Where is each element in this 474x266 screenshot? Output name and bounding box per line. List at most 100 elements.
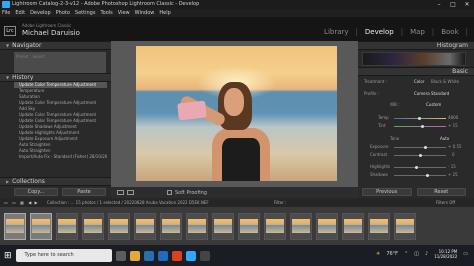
- filmstrip-thumbnail[interactable]: [108, 212, 130, 240]
- menu-help[interactable]: Help: [159, 9, 170, 17]
- menu-edit[interactable]: Edit: [15, 9, 25, 17]
- filmstrip-source[interactable]: Collection : ... 15 photos / 1 selected …: [47, 200, 209, 205]
- lightroom-taskbar-icon[interactable]: [185, 250, 196, 261]
- treatment-bw[interactable]: Black & White: [431, 79, 459, 84]
- maximize-button[interactable]: □: [446, 0, 460, 9]
- clock[interactable]: 10:12 PM 11/28/2022: [434, 249, 457, 259]
- office-icon[interactable]: [171, 250, 182, 261]
- treatment-color[interactable]: Color: [414, 79, 424, 84]
- before-after-icon[interactable]: [127, 190, 134, 195]
- app-taskbar-icon[interactable]: [199, 250, 210, 261]
- filmstrip-thumbnail[interactable]: [56, 212, 78, 240]
- history-item[interactable]: Import/Auto Fix - Standard (Fisher) 28/1…: [14, 154, 107, 160]
- contrast-value[interactable]: 0: [452, 152, 455, 157]
- menu-view[interactable]: View: [118, 9, 130, 17]
- weather-icon[interactable]: ☀: [376, 251, 380, 257]
- exposure-slider[interactable]: [394, 147, 446, 148]
- temp-value[interactable]: 4800: [448, 115, 458, 120]
- auto-tone-button[interactable]: Auto: [440, 136, 449, 141]
- filters-off-select[interactable]: Filters Off: [436, 198, 455, 207]
- histogram-graph[interactable]: [362, 52, 466, 66]
- module-map[interactable]: Map: [410, 28, 425, 36]
- menu-develop[interactable]: Develop: [30, 9, 51, 17]
- menu-tools[interactable]: Tools: [100, 9, 112, 17]
- tint-value[interactable]: + 15: [448, 123, 458, 128]
- taskbar-search[interactable]: Type here to search: [15, 249, 112, 262]
- soft-proofing-checkbox[interactable]: [167, 190, 172, 195]
- clock-date: 11/28/2022: [434, 254, 458, 259]
- back-arrow-icon[interactable]: ◀: [28, 200, 31, 205]
- shadows-value[interactable]: + 25: [448, 172, 458, 177]
- paste-button[interactable]: Paste: [62, 188, 106, 196]
- filmstrip-thumbnail[interactable]: [316, 212, 338, 240]
- highlights-knob[interactable]: [415, 166, 418, 169]
- filmstrip-thumbnail[interactable]: [264, 212, 286, 240]
- filmstrip-thumbnail[interactable]: [212, 212, 234, 240]
- notifications-icon[interactable]: ▭: [463, 251, 468, 257]
- menu-settings[interactable]: Settings: [75, 9, 96, 17]
- loupe-view-icon[interactable]: [117, 190, 124, 195]
- shadows-slider[interactable]: [394, 175, 446, 176]
- profile-label: Profile :: [364, 91, 380, 96]
- windows-start-icon[interactable]: ⊞: [4, 251, 12, 261]
- shadows-label: Shadows: [370, 172, 388, 177]
- history-list: Update Color Temperature Adjustment Temp…: [14, 82, 107, 160]
- thumbnail-image: [136, 219, 154, 233]
- network-icon[interactable]: ◫: [414, 251, 419, 257]
- menu-window[interactable]: Window: [135, 9, 155, 17]
- collections-header[interactable]: ▶ Collections: [0, 177, 111, 186]
- edge-icon[interactable]: [143, 250, 154, 261]
- main-photo[interactable]: [136, 46, 337, 181]
- shadows-knob[interactable]: [426, 174, 429, 177]
- monitor-2-icon[interactable]: ▭: [12, 200, 16, 205]
- basic-header[interactable]: Basic: [358, 67, 474, 76]
- exposure-knob[interactable]: [424, 146, 427, 149]
- file-explorer-icon[interactable]: [129, 250, 140, 261]
- user-name: Michael Daruisio: [22, 29, 80, 37]
- copy-button[interactable]: Copy...: [14, 188, 58, 196]
- navigator-preview[interactable]: Preset : Select: [14, 52, 106, 73]
- highlights-value[interactable]: - 15: [448, 164, 456, 169]
- filmstrip-thumbnail[interactable]: [290, 212, 312, 240]
- profile-select[interactable]: Camera Standard: [414, 91, 449, 96]
- forward-arrow-icon[interactable]: ▶: [35, 200, 38, 205]
- module-book[interactable]: Book: [441, 28, 458, 36]
- minimize-button[interactable]: –: [432, 0, 446, 9]
- filmstrip-thumbnail[interactable]: [30, 212, 52, 240]
- previous-button[interactable]: Previous: [362, 188, 412, 196]
- reset-button[interactable]: Reset: [416, 188, 466, 196]
- filmstrip: [0, 207, 474, 245]
- grid-view-icon[interactable]: ▦: [20, 200, 24, 205]
- menu-file[interactable]: File: [2, 9, 10, 17]
- thumbnail-image: [32, 219, 50, 233]
- contrast-knob[interactable]: [419, 154, 422, 157]
- tint-knob[interactable]: [421, 125, 424, 128]
- filmstrip-thumbnail[interactable]: [342, 212, 364, 240]
- filmstrip-thumbnail[interactable]: [186, 212, 208, 240]
- navigator-header[interactable]: ▼ Navigator: [0, 41, 111, 50]
- filmstrip-thumbnail[interactable]: [4, 212, 26, 240]
- mail-icon[interactable]: [157, 250, 168, 261]
- module-library[interactable]: Library: [324, 28, 348, 36]
- history-header[interactable]: ▼ History: [0, 73, 111, 82]
- filmstrip-thumbnail[interactable]: [368, 212, 390, 240]
- task-view-icon[interactable]: [115, 250, 126, 261]
- filmstrip-thumbnail[interactable]: [82, 212, 104, 240]
- weather-temp[interactable]: 76°F: [386, 251, 398, 257]
- close-button[interactable]: ✕: [460, 0, 474, 9]
- volume-icon[interactable]: ♪: [425, 251, 428, 257]
- filmstrip-thumbnail[interactable]: [134, 212, 156, 240]
- histogram-header[interactable]: Histogram: [358, 41, 474, 50]
- tint-slider[interactable]: [394, 126, 446, 127]
- filmstrip-thumbnail[interactable]: [394, 212, 416, 240]
- monitor-1-icon[interactable]: ▭: [4, 200, 8, 205]
- menu-photo[interactable]: Photo: [56, 9, 70, 17]
- temp-knob[interactable]: [418, 117, 421, 120]
- highlights-slider[interactable]: [394, 167, 446, 168]
- wb-select[interactable]: Custom: [426, 102, 441, 107]
- exposure-value[interactable]: + 0.55: [448, 144, 462, 149]
- tray-arrow-icon[interactable]: ⌃: [404, 251, 408, 257]
- module-develop[interactable]: Develop: [365, 28, 394, 36]
- filmstrip-thumbnail[interactable]: [160, 212, 182, 240]
- filmstrip-thumbnail[interactable]: [238, 212, 260, 240]
